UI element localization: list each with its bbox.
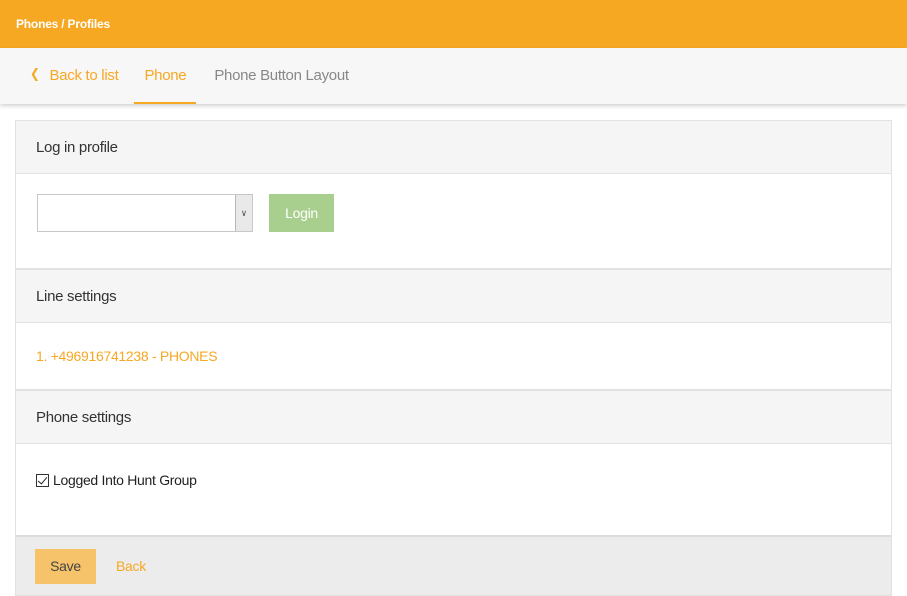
phone-settings-header: Phone settings: [16, 391, 891, 444]
save-button[interactable]: Save: [35, 548, 96, 584]
form-footer: Save Back: [16, 537, 891, 595]
tab-phone-button-layout-label: Phone Button Layout: [214, 66, 349, 84]
breadcrumb: Phones / Profiles: [16, 17, 110, 31]
chevron-down-icon[interactable]: ∨: [235, 195, 252, 231]
hunt-group-row: Logged Into Hunt Group: [36, 472, 197, 488]
tab-phone-label: Phone: [144, 66, 187, 84]
tab-phone[interactable]: Phone: [134, 48, 197, 104]
line-settings-header: Line settings: [16, 270, 891, 323]
line-settings-title: Line settings: [36, 287, 117, 305]
hunt-group-label[interactable]: Logged Into Hunt Group: [53, 472, 197, 488]
line-settings-body: 1. +496916741238 - PHONES: [16, 323, 891, 391]
login-profile-title: Log in profile: [36, 138, 118, 156]
chevron-left-icon: ❮: [30, 66, 40, 81]
phone-settings-body: Logged Into Hunt Group: [16, 444, 891, 537]
top-bar: Phones / Profiles: [0, 0, 907, 48]
phone-settings-title: Phone settings: [36, 408, 132, 426]
login-button[interactable]: Login: [269, 194, 334, 232]
line-item-link[interactable]: 1. +496916741238 - PHONES: [36, 348, 218, 364]
hunt-group-checkbox[interactable]: [36, 473, 49, 487]
login-profile-header: Log in profile: [16, 121, 891, 174]
tab-phone-button-layout[interactable]: Phone Button Layout: [214, 48, 349, 104]
profile-select[interactable]: ∨: [37, 194, 253, 232]
back-link[interactable]: Back: [116, 558, 146, 574]
profile-content: Log in profile ∨ Login Line settings 1. …: [15, 120, 892, 596]
tab-bar: ❮ Back to list Phone Phone Button Layout: [0, 48, 907, 104]
back-to-list-link[interactable]: ❮ Back to list: [30, 48, 119, 104]
back-to-list-label: Back to list: [49, 66, 119, 84]
login-profile-body: ∨ Login: [16, 174, 891, 270]
